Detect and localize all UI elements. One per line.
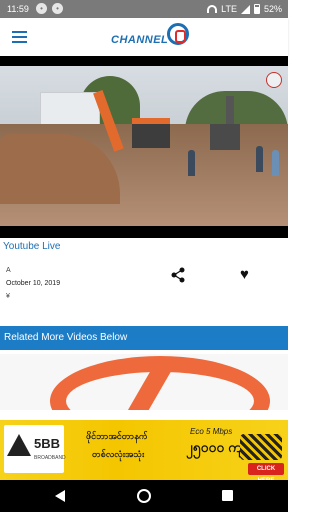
related-videos-heading: Related More Videos Below	[0, 326, 288, 350]
related-heading-text: Related More Videos Below	[4, 332, 128, 343]
person-figure	[272, 150, 279, 176]
person-figure	[188, 150, 195, 176]
video-frame	[0, 66, 288, 226]
notification-icon: •	[52, 3, 63, 14]
battery-icon	[253, 4, 260, 14]
ad-logo: 5BB BROADBAND	[4, 425, 66, 473]
home-icon[interactable]	[137, 489, 151, 503]
ad-logo-text: 5BB	[34, 436, 61, 451]
status-time: 11:59	[7, 4, 29, 14]
battery-level: 52%	[263, 4, 282, 14]
channel-logo: CHANNEL	[111, 23, 191, 51]
status-bar: 11:59 • • LTE 52%	[0, 0, 288, 18]
video-title[interactable]: Youtube Live	[3, 241, 60, 252]
related-video-thumbnail[interactable]	[0, 354, 288, 410]
logo-mark-icon	[167, 23, 189, 45]
ad-cable-image	[240, 434, 282, 460]
recent-apps-icon[interactable]	[222, 490, 233, 501]
ad-subline: တစ်လလုံးအသုံး	[92, 449, 145, 459]
signal-icon	[240, 4, 250, 14]
notification-icon: •	[36, 3, 47, 14]
network-label: LTE	[221, 4, 237, 14]
excavator-image	[93, 88, 170, 158]
video-player[interactable]	[0, 56, 288, 238]
hamburger-menu-icon[interactable]	[12, 31, 27, 43]
person-figure	[256, 146, 263, 172]
heart-icon[interactable]: ♥	[240, 267, 255, 282]
status-icons: LTE 52%	[207, 4, 282, 14]
publish-date: October 10, 2019	[6, 280, 61, 287]
meta-extra: ¥	[6, 293, 10, 300]
ad-logo-subtitle: BROADBAND	[34, 455, 66, 461]
ad-logo-mark-icon	[7, 434, 31, 456]
system-nav-bar	[0, 480, 288, 512]
share-icon[interactable]	[171, 267, 185, 283]
app-bar: CHANNEL	[0, 18, 288, 56]
logo-text: CHANNEL	[111, 34, 169, 46]
ad-headline: ဖိုင်ဘာအင်တာနက်	[86, 431, 148, 441]
logo-badge-icon	[266, 72, 282, 88]
ad-speed: Eco 5 Mbps	[190, 427, 233, 436]
back-icon[interactable]	[55, 490, 65, 502]
wifi-icon	[207, 5, 218, 13]
ad-click-here-button[interactable]: CLICK HERE	[248, 463, 284, 480]
excavator-image	[200, 96, 250, 156]
ad-banner[interactable]: 5BB BROADBAND ဖိုင်ဘာအင်တာနက် တစ်လလုံးအသ…	[0, 420, 288, 480]
meta-author: A	[6, 267, 11, 274]
